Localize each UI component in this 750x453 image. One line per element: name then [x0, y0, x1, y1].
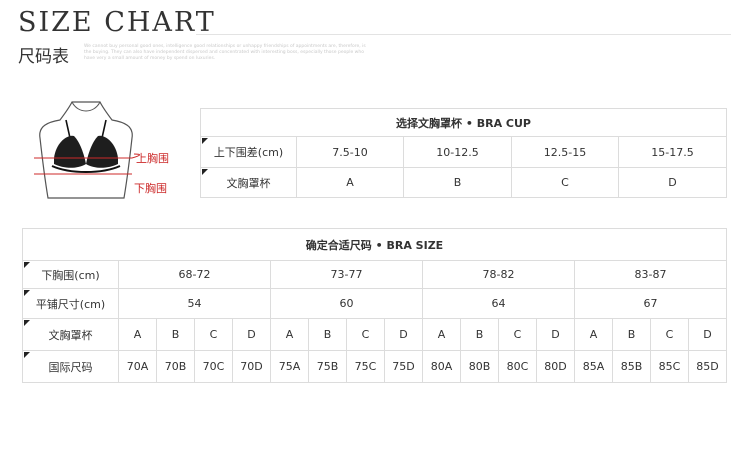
- row-label: 下胸围(cm): [22, 260, 119, 289]
- table-row: 确定合适尺码 • BRA SIZE: [21, 228, 728, 261]
- table-cell: 7.5-10: [296, 136, 404, 168]
- header-blurb: We cannot buy personal good ones, intell…: [84, 44, 366, 61]
- table-cell: 10-12.5: [403, 136, 512, 168]
- table-cell: 83-87: [573, 260, 728, 289]
- row-label: 国际尺码: [22, 350, 119, 383]
- table-cell: 85C: [650, 350, 689, 383]
- table-cell: 12.5-15: [511, 136, 619, 168]
- table-row: 文胸罩杯 A B C D: [200, 167, 728, 198]
- table-cell: 80B: [460, 350, 499, 383]
- table-cell: B: [308, 318, 347, 351]
- table-cell: 67: [573, 288, 728, 319]
- table-cell: 60: [270, 288, 423, 319]
- table-cell: B: [460, 318, 499, 351]
- table-cell: D: [687, 318, 728, 351]
- table-row: 下胸围(cm) 68-72 73-77 78-82 83-87: [22, 260, 728, 289]
- table-cell: 70D: [232, 350, 271, 383]
- table-cell: 85A: [574, 350, 613, 383]
- table-cell: C: [194, 318, 233, 351]
- row-label: 文胸罩杯: [22, 318, 119, 351]
- table-cell: 85B: [612, 350, 651, 383]
- table-cell: C: [498, 318, 537, 351]
- table-row: 平铺尺寸(cm) 54 60 64 67: [22, 288, 728, 319]
- table-cell: C: [346, 318, 385, 351]
- table-cell: 80A: [422, 350, 461, 383]
- table-cell: 15-17.5: [617, 136, 728, 168]
- table-cell: B: [403, 167, 512, 198]
- table-cell: 75B: [308, 350, 347, 383]
- table-cell: 75C: [346, 350, 385, 383]
- row-label: 平铺尺寸(cm): [22, 288, 119, 319]
- cup-table-title: 选择文胸罩杯 • BRA CUP: [199, 108, 728, 137]
- table-cell: B: [612, 318, 651, 351]
- table-cell: A: [296, 167, 404, 198]
- mannequin-icon: [34, 101, 140, 199]
- bust-figure: 上胸围 下胸围: [30, 98, 195, 200]
- table-cell: 80D: [536, 350, 575, 383]
- table-row: 文胸罩杯 A B C D A B C D A B C D A B C D: [22, 318, 728, 351]
- bra-size-table: 确定合适尺码 • BRA SIZE 下胸围(cm) 68-72 73-77 78…: [21, 228, 728, 383]
- table-cell: B: [156, 318, 195, 351]
- table-cell: A: [270, 318, 309, 351]
- table-cell: 75D: [384, 350, 423, 383]
- header-divider: [196, 34, 731, 35]
- upper-bust-label: 上胸围: [136, 152, 169, 165]
- table-row: 国际尺码 70A 70B 70C 70D 75A 75B 75C 75D 80A…: [22, 350, 728, 383]
- table-cell: A: [574, 318, 613, 351]
- table-cell: A: [422, 318, 461, 351]
- table-row: 选择文胸罩杯 • BRA CUP: [199, 108, 728, 137]
- table-cell: 54: [118, 288, 271, 319]
- table-cell: 78-82: [422, 260, 575, 289]
- table-row: 上下围差(cm) 7.5-10 10-12.5 12.5-15 15-17.5: [200, 136, 728, 168]
- table-cell: 70A: [118, 350, 157, 383]
- table-cell: D: [536, 318, 575, 351]
- table-cell: 70B: [156, 350, 195, 383]
- table-cell: 68-72: [118, 260, 271, 289]
- table-cell: 85D: [687, 350, 728, 383]
- table-cell: 70C: [194, 350, 233, 383]
- table-cell: 73-77: [270, 260, 423, 289]
- table-cell: D: [232, 318, 271, 351]
- table-cell: D: [617, 167, 728, 198]
- bra-cup-table: 选择文胸罩杯 • BRA CUP 上下围差(cm) 7.5-10 10-12.5…: [199, 108, 728, 198]
- page-title: SIZE CHART: [18, 7, 216, 38]
- row-label: 文胸罩杯: [200, 167, 297, 198]
- row-label: 上下围差(cm): [200, 136, 297, 168]
- table-cell: 75A: [270, 350, 309, 383]
- size-table-title: 确定合适尺码 • BRA SIZE: [21, 228, 728, 261]
- under-bust-label: 下胸围: [134, 182, 167, 195]
- table-cell: 80C: [498, 350, 537, 383]
- table-cell: C: [511, 167, 619, 198]
- table-cell: D: [384, 318, 423, 351]
- table-cell: 64: [422, 288, 575, 319]
- table-cell: C: [650, 318, 689, 351]
- table-cell: A: [118, 318, 157, 351]
